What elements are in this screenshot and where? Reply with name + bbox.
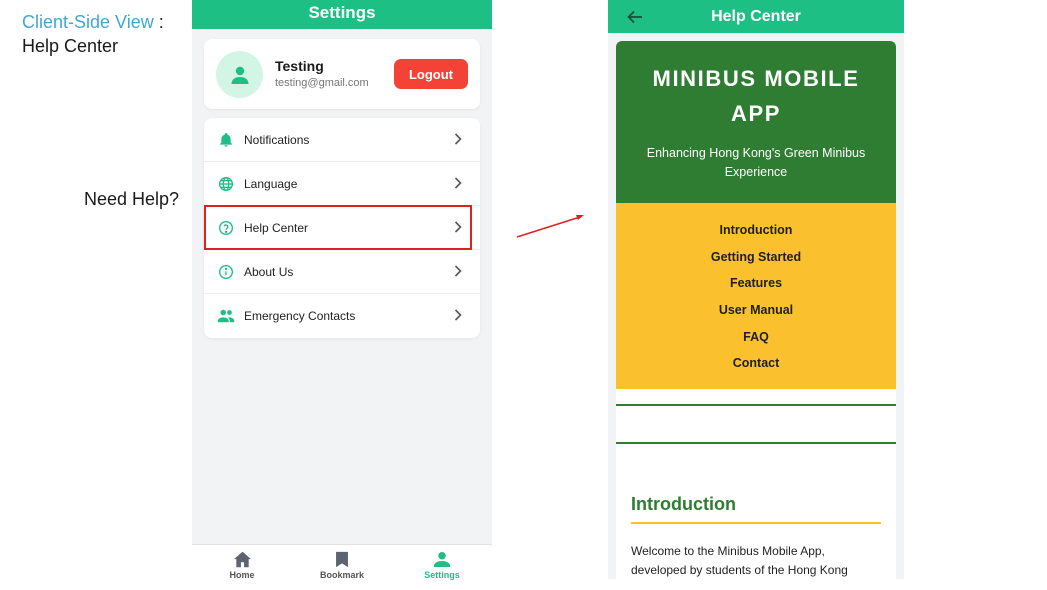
bell-icon [217,131,235,149]
toc-link-contact[interactable]: Contact [616,354,896,381]
caption-accent: Client-Side View [22,12,154,32]
toc-link-getting-started[interactable]: Getting Started [616,248,896,275]
hero-title-line1: MINIBUS MOBILE [652,66,860,91]
red-arrow [516,215,584,238]
section-paragraph: Welcome to the Minibus Mobile App, devel… [631,544,848,577]
profile-card: Testing testing@gmail.com Logout [204,39,480,109]
people-icon [217,307,235,325]
toc-link-features[interactable]: Features [616,274,896,301]
avatar [216,51,263,98]
menu-label: Notifications [244,132,310,147]
hero-title-line2: APP [730,101,782,126]
person-icon [231,66,248,84]
home-icon [233,551,251,568]
divider-block [616,404,896,444]
help-content: MINIBUS MOBILE APP Enhancing Hong Kong's… [616,41,896,579]
bookmark-icon [336,551,348,568]
nav-bookmark[interactable]: Bookmark [292,545,392,590]
hero-subtitle: Enhancing Hong Kong's Green Minibus Expe… [646,146,866,179]
toc-link-faq[interactable]: FAQ [616,328,896,355]
back-arrow-icon[interactable] [626,9,644,25]
help-center-screen: Help Center MINIBUS MOBILE APP Enhancing… [608,0,904,579]
menu-item-notifications[interactable]: Notifications [204,118,480,162]
nav-label: Settings [424,570,460,580]
menu-item-about-us[interactable]: About Us [204,250,480,294]
person-icon [433,552,451,567]
chevron-right-icon [454,221,462,233]
caption-separator: : [153,12,164,32]
nav-settings[interactable]: Settings [392,545,492,590]
toc-link-introduction[interactable]: Introduction [616,221,896,248]
slide-caption: Client-Side View : Help Center [22,10,164,58]
help-center-header: Help Center [608,0,904,33]
need-help-label: Need Help? [84,189,180,209]
nav-label: Bookmark [319,570,364,580]
profile-name: Testing [275,58,324,74]
info-icon [217,263,235,281]
chevron-right-icon [454,133,462,145]
menu-item-emergency-contacts[interactable]: Emergency Contacts [204,294,480,338]
menu-item-language[interactable]: Language [204,162,480,206]
chevron-right-icon [454,177,462,189]
caption-title: Help Center [22,36,119,56]
nav-label: Home [229,570,255,580]
bottom-nav: Home Bookmark Settings [192,544,492,590]
settings-menu: Notifications Language Help Center About… [204,118,480,338]
globe-icon [217,175,235,193]
chevron-right-icon [454,309,462,321]
hero-banner: MINIBUS MOBILE APP Enhancing Hong Kong's… [616,41,896,203]
help-circle-icon [217,219,235,237]
profile-email: testing@gmail.com [275,77,369,89]
hero-title: MINIBUS MOBILE APP [616,61,896,131]
menu-item-help-center[interactable]: Help Center [204,206,480,250]
menu-label: About Us [244,264,294,279]
menu-label: Help Center [244,220,309,235]
nav-home[interactable]: Home [192,545,292,590]
settings-screen: Settings Testing testing@gmail.com Logou… [192,0,492,590]
table-of-contents: Introduction Getting Started Features Us… [616,203,896,389]
settings-header: Settings [192,0,492,29]
help-center-title: Help Center [711,7,801,25]
logout-button[interactable]: Logout [394,59,468,89]
section-heading: Introduction [631,494,881,524]
menu-label: Language [244,176,298,191]
chevron-right-icon [454,265,462,277]
toc-link-user-manual[interactable]: User Manual [616,301,896,328]
menu-label: Emergency Contacts [244,309,356,323]
